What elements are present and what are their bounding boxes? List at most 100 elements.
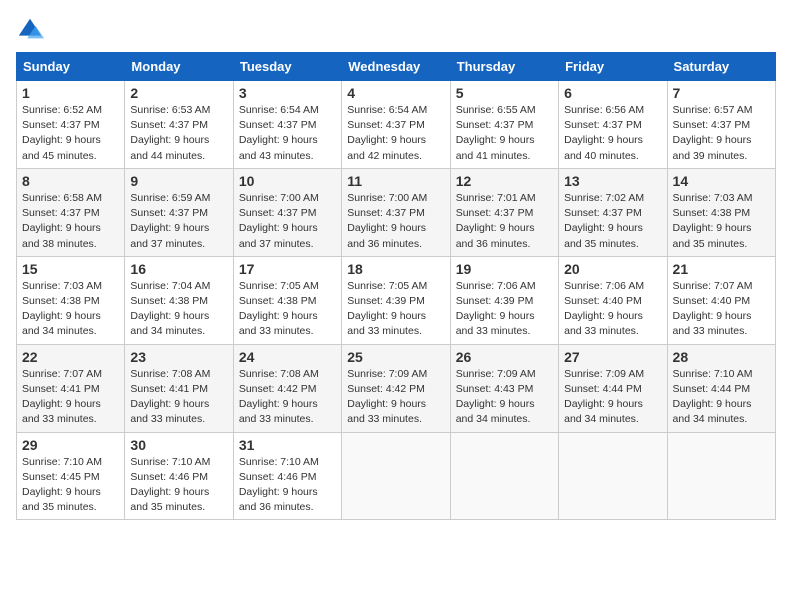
day-info: Sunrise: 6:52 AMSunset: 4:37 PMDaylight:… (22, 104, 102, 162)
calendar-day-cell: 1 Sunrise: 6:52 AMSunset: 4:37 PMDayligh… (17, 81, 125, 169)
weekday-header-cell: Saturday (667, 53, 775, 81)
day-number: 31 (239, 437, 336, 453)
day-number: 10 (239, 173, 336, 189)
weekday-header-cell: Tuesday (233, 53, 341, 81)
day-info: Sunrise: 7:09 AMSunset: 4:42 PMDaylight:… (347, 368, 427, 426)
day-info: Sunrise: 7:09 AMSunset: 4:43 PMDaylight:… (456, 368, 536, 426)
day-number: 25 (347, 349, 444, 365)
day-number: 6 (564, 85, 661, 101)
day-info: Sunrise: 7:08 AMSunset: 4:41 PMDaylight:… (130, 368, 210, 426)
day-number: 7 (673, 85, 770, 101)
weekday-header-cell: Wednesday (342, 53, 450, 81)
day-info: Sunrise: 7:07 AMSunset: 4:41 PMDaylight:… (22, 368, 102, 426)
day-info: Sunrise: 6:59 AMSunset: 4:37 PMDaylight:… (130, 192, 210, 250)
day-info: Sunrise: 7:01 AMSunset: 4:37 PMDaylight:… (456, 192, 536, 250)
day-number: 8 (22, 173, 119, 189)
calendar-day-cell (559, 432, 667, 520)
calendar-week-row: 29 Sunrise: 7:10 AMSunset: 4:45 PMDaylig… (17, 432, 776, 520)
calendar-day-cell: 26 Sunrise: 7:09 AMSunset: 4:43 PMDaylig… (450, 344, 558, 432)
calendar-body: 1 Sunrise: 6:52 AMSunset: 4:37 PMDayligh… (17, 81, 776, 520)
calendar-day-cell: 29 Sunrise: 7:10 AMSunset: 4:45 PMDaylig… (17, 432, 125, 520)
day-number: 18 (347, 261, 444, 277)
day-info: Sunrise: 7:05 AMSunset: 4:39 PMDaylight:… (347, 280, 427, 338)
day-info: Sunrise: 7:03 AMSunset: 4:38 PMDaylight:… (22, 280, 102, 338)
calendar-day-cell: 15 Sunrise: 7:03 AMSunset: 4:38 PMDaylig… (17, 256, 125, 344)
page-header (16, 16, 776, 44)
calendar-day-cell: 5 Sunrise: 6:55 AMSunset: 4:37 PMDayligh… (450, 81, 558, 169)
day-info: Sunrise: 7:04 AMSunset: 4:38 PMDaylight:… (130, 280, 210, 338)
day-info: Sunrise: 6:55 AMSunset: 4:37 PMDaylight:… (456, 104, 536, 162)
day-number: 21 (673, 261, 770, 277)
day-info: Sunrise: 6:58 AMSunset: 4:37 PMDaylight:… (22, 192, 102, 250)
day-number: 2 (130, 85, 227, 101)
day-number: 4 (347, 85, 444, 101)
weekday-header-row: SundayMondayTuesdayWednesdayThursdayFrid… (17, 53, 776, 81)
calendar-day-cell: 12 Sunrise: 7:01 AMSunset: 4:37 PMDaylig… (450, 168, 558, 256)
calendar-day-cell (342, 432, 450, 520)
day-info: Sunrise: 7:10 AMSunset: 4:46 PMDaylight:… (239, 456, 319, 514)
day-info: Sunrise: 6:54 AMSunset: 4:37 PMDaylight:… (239, 104, 319, 162)
day-number: 11 (347, 173, 444, 189)
calendar-day-cell: 7 Sunrise: 6:57 AMSunset: 4:37 PMDayligh… (667, 81, 775, 169)
weekday-header-cell: Monday (125, 53, 233, 81)
day-number: 26 (456, 349, 553, 365)
day-info: Sunrise: 7:06 AMSunset: 4:40 PMDaylight:… (564, 280, 644, 338)
day-info: Sunrise: 6:54 AMSunset: 4:37 PMDaylight:… (347, 104, 427, 162)
day-info: Sunrise: 7:05 AMSunset: 4:38 PMDaylight:… (239, 280, 319, 338)
calendar-day-cell: 27 Sunrise: 7:09 AMSunset: 4:44 PMDaylig… (559, 344, 667, 432)
calendar-day-cell (450, 432, 558, 520)
calendar-week-row: 15 Sunrise: 7:03 AMSunset: 4:38 PMDaylig… (17, 256, 776, 344)
calendar-day-cell: 9 Sunrise: 6:59 AMSunset: 4:37 PMDayligh… (125, 168, 233, 256)
day-info: Sunrise: 7:02 AMSunset: 4:37 PMDaylight:… (564, 192, 644, 250)
day-number: 24 (239, 349, 336, 365)
day-info: Sunrise: 7:10 AMSunset: 4:45 PMDaylight:… (22, 456, 102, 514)
calendar-day-cell: 2 Sunrise: 6:53 AMSunset: 4:37 PMDayligh… (125, 81, 233, 169)
weekday-header-cell: Thursday (450, 53, 558, 81)
day-info: Sunrise: 6:57 AMSunset: 4:37 PMDaylight:… (673, 104, 753, 162)
calendar-table: SundayMondayTuesdayWednesdayThursdayFrid… (16, 52, 776, 520)
logo-icon (16, 16, 44, 44)
calendar-week-row: 1 Sunrise: 6:52 AMSunset: 4:37 PMDayligh… (17, 81, 776, 169)
calendar-day-cell: 22 Sunrise: 7:07 AMSunset: 4:41 PMDaylig… (17, 344, 125, 432)
day-info: Sunrise: 6:56 AMSunset: 4:37 PMDaylight:… (564, 104, 644, 162)
day-number: 30 (130, 437, 227, 453)
day-number: 17 (239, 261, 336, 277)
day-number: 3 (239, 85, 336, 101)
day-number: 14 (673, 173, 770, 189)
day-number: 9 (130, 173, 227, 189)
calendar-day-cell: 19 Sunrise: 7:06 AMSunset: 4:39 PMDaylig… (450, 256, 558, 344)
day-info: Sunrise: 6:53 AMSunset: 4:37 PMDaylight:… (130, 104, 210, 162)
calendar-day-cell: 14 Sunrise: 7:03 AMSunset: 4:38 PMDaylig… (667, 168, 775, 256)
day-info: Sunrise: 7:00 AMSunset: 4:37 PMDaylight:… (347, 192, 427, 250)
day-info: Sunrise: 7:10 AMSunset: 4:44 PMDaylight:… (673, 368, 753, 426)
day-number: 16 (130, 261, 227, 277)
day-number: 23 (130, 349, 227, 365)
calendar-day-cell: 11 Sunrise: 7:00 AMSunset: 4:37 PMDaylig… (342, 168, 450, 256)
day-info: Sunrise: 7:10 AMSunset: 4:46 PMDaylight:… (130, 456, 210, 514)
calendar-day-cell: 16 Sunrise: 7:04 AMSunset: 4:38 PMDaylig… (125, 256, 233, 344)
day-number: 20 (564, 261, 661, 277)
calendar-day-cell: 24 Sunrise: 7:08 AMSunset: 4:42 PMDaylig… (233, 344, 341, 432)
calendar-day-cell: 17 Sunrise: 7:05 AMSunset: 4:38 PMDaylig… (233, 256, 341, 344)
day-number: 13 (564, 173, 661, 189)
day-number: 12 (456, 173, 553, 189)
calendar-day-cell: 8 Sunrise: 6:58 AMSunset: 4:37 PMDayligh… (17, 168, 125, 256)
day-number: 27 (564, 349, 661, 365)
calendar-day-cell: 18 Sunrise: 7:05 AMSunset: 4:39 PMDaylig… (342, 256, 450, 344)
logo (16, 16, 48, 44)
calendar-day-cell: 31 Sunrise: 7:10 AMSunset: 4:46 PMDaylig… (233, 432, 341, 520)
day-number: 1 (22, 85, 119, 101)
day-number: 29 (22, 437, 119, 453)
day-info: Sunrise: 7:06 AMSunset: 4:39 PMDaylight:… (456, 280, 536, 338)
day-info: Sunrise: 7:03 AMSunset: 4:38 PMDaylight:… (673, 192, 753, 250)
calendar-day-cell (667, 432, 775, 520)
calendar-day-cell: 13 Sunrise: 7:02 AMSunset: 4:37 PMDaylig… (559, 168, 667, 256)
day-number: 5 (456, 85, 553, 101)
calendar-day-cell: 25 Sunrise: 7:09 AMSunset: 4:42 PMDaylig… (342, 344, 450, 432)
day-number: 19 (456, 261, 553, 277)
calendar-day-cell: 4 Sunrise: 6:54 AMSunset: 4:37 PMDayligh… (342, 81, 450, 169)
calendar-week-row: 8 Sunrise: 6:58 AMSunset: 4:37 PMDayligh… (17, 168, 776, 256)
calendar-day-cell: 30 Sunrise: 7:10 AMSunset: 4:46 PMDaylig… (125, 432, 233, 520)
calendar-day-cell: 28 Sunrise: 7:10 AMSunset: 4:44 PMDaylig… (667, 344, 775, 432)
calendar-week-row: 22 Sunrise: 7:07 AMSunset: 4:41 PMDaylig… (17, 344, 776, 432)
